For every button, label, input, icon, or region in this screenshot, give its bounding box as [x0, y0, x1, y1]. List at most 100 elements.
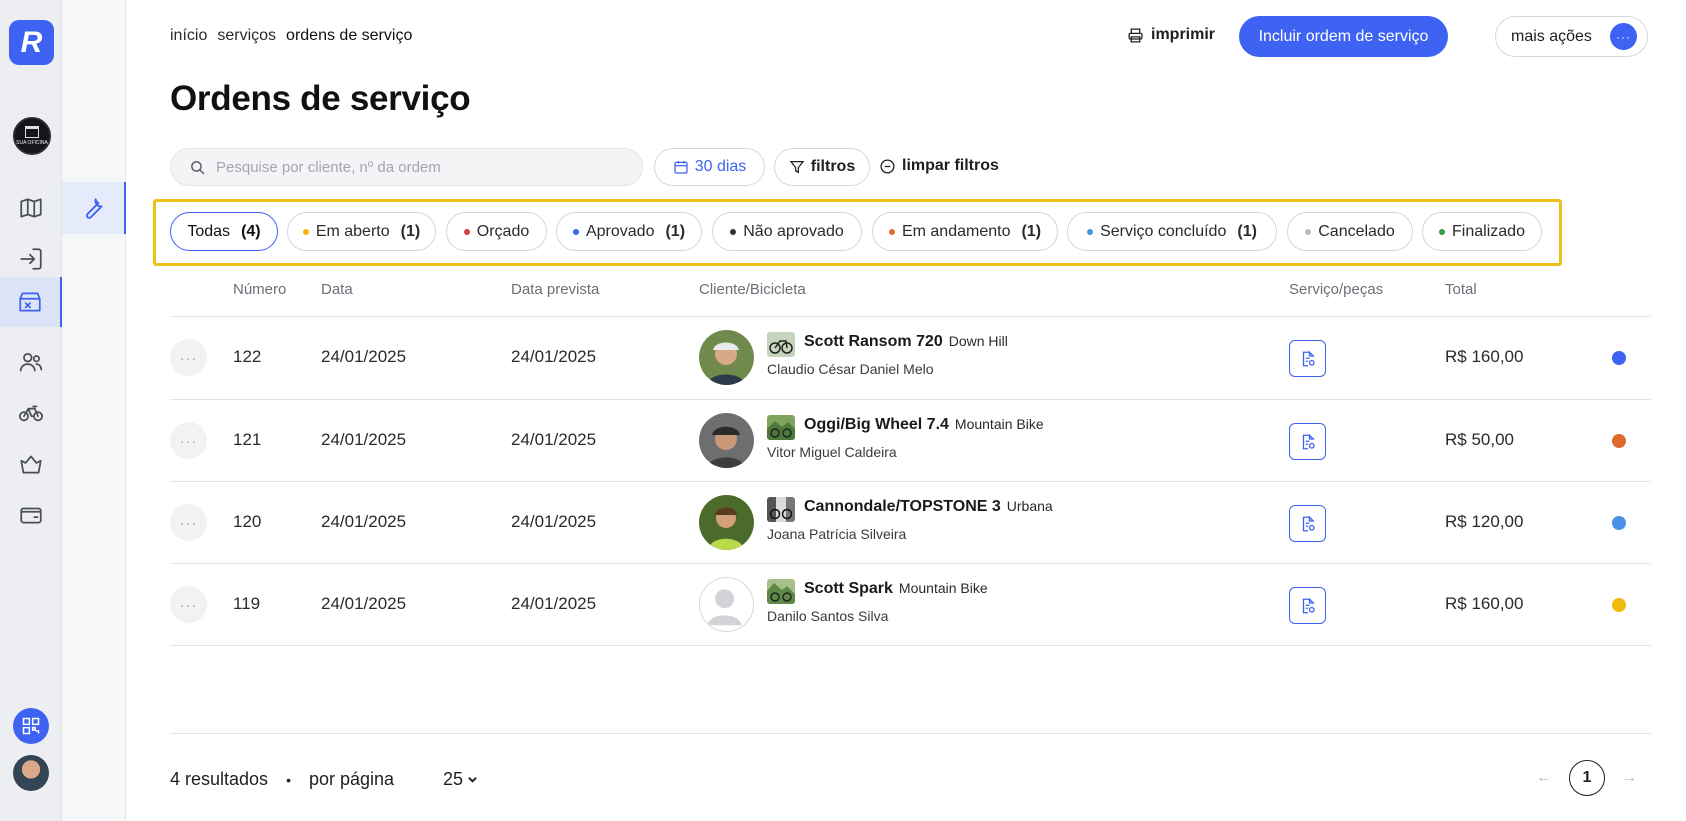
tab-count: (1)	[400, 222, 421, 240]
per-page-select[interactable]: 25	[443, 769, 478, 790]
row-actions-button[interactable]: ···	[170, 339, 207, 376]
column-header-total[interactable]: Total	[1445, 281, 1477, 298]
client-name: Danilo Santos Silva	[767, 608, 889, 624]
tab-em-andamento[interactable]: Em andamento (1)	[872, 212, 1058, 251]
date-range-button[interactable]: 30 dias	[654, 148, 765, 186]
search-input[interactable]	[216, 158, 616, 176]
order-date: 24/01/2025	[321, 512, 407, 531]
bike-type: Mountain Bike	[898, 580, 988, 596]
wallet-icon[interactable]	[0, 492, 62, 538]
order-number: 121	[233, 430, 262, 449]
clear-filters-button[interactable]: limpar filtros	[879, 157, 999, 175]
store-icon[interactable]	[0, 277, 62, 327]
qr-code-button[interactable]	[13, 708, 49, 744]
order-due-date: 24/01/2025	[511, 430, 597, 449]
bike-thumbnail	[767, 497, 795, 522]
tab-count: (4)	[241, 222, 261, 240]
tab-orcado[interactable]: Orçado	[446, 212, 547, 251]
status-indicator	[1612, 598, 1626, 612]
search-box[interactable]	[170, 148, 643, 186]
login-icon[interactable]	[0, 236, 62, 282]
results-count: 4 resultados	[170, 769, 269, 789]
wrench-icon[interactable]	[62, 182, 126, 234]
basket-icon[interactable]	[0, 441, 62, 487]
shop-avatar[interactable]: SUA OFICINA	[13, 117, 51, 155]
users-icon[interactable]	[0, 339, 62, 385]
table-row[interactable]: ··· 119 24/01/2025 24/01/2025 Scott Spar…	[170, 564, 1651, 646]
app-logo[interactable]: R	[9, 20, 54, 65]
status-dot	[730, 228, 737, 235]
tab-count: (1)	[665, 222, 686, 240]
status-dot	[463, 228, 470, 235]
bike-icon[interactable]	[0, 390, 62, 436]
row-actions-button[interactable]: ···	[170, 586, 207, 623]
service-parts-button[interactable]	[1289, 423, 1326, 460]
breadcrumb-home[interactable]: início	[170, 27, 207, 45]
tab-nao-aprovado[interactable]: Não aprovado	[712, 212, 862, 251]
order-date: 24/01/2025	[321, 430, 407, 449]
chevron-down-icon	[468, 777, 477, 783]
more-actions-button[interactable]: mais ações ···	[1495, 16, 1648, 57]
tab-label: Não aprovado	[743, 222, 844, 240]
tab-aprovado[interactable]: Aprovado (1)	[556, 212, 702, 251]
status-dot	[888, 228, 895, 235]
tab-em-aberto[interactable]: Em aberto (1)	[287, 212, 436, 251]
tab-cancelado[interactable]: Cancelado	[1287, 212, 1413, 251]
table-row[interactable]: ··· 121 24/01/2025 24/01/2025 Oggi/Big W…	[170, 400, 1651, 482]
column-header-client-bike[interactable]: Cliente/Bicicleta	[699, 281, 806, 298]
row-actions-button[interactable]: ···	[170, 422, 207, 459]
client-name: Claudio César Daniel Melo	[767, 361, 934, 377]
tab-finalizado[interactable]: Finalizado	[1422, 212, 1542, 251]
bike-thumbnail	[767, 332, 795, 357]
document-gear-icon	[1302, 350, 1315, 366]
printer-icon	[1128, 27, 1143, 43]
client-name: Joana Patrícia Silveira	[767, 526, 907, 542]
bike-type: Mountain Bike	[954, 416, 1044, 432]
primary-rail: R SUA OFICINA	[0, 0, 62, 821]
print-button[interactable]: imprimir	[1127, 26, 1215, 44]
tab-label: Em aberto	[315, 222, 390, 240]
status-indicator	[1612, 351, 1626, 365]
footer-divider	[170, 733, 1651, 734]
tab-label: Cancelado	[1318, 222, 1395, 240]
bike-type: Down Hill	[948, 333, 1008, 349]
bike-model-name: Oggi/Big Wheel 7.4	[804, 416, 949, 433]
breadcrumb: início serviços ordens de serviço	[170, 27, 412, 45]
service-parts-button[interactable]	[1289, 340, 1326, 377]
column-header-date[interactable]: Data	[321, 281, 353, 298]
map-icon[interactable]	[0, 185, 62, 231]
breadcrumb-current: ordens de serviço	[286, 27, 413, 44]
row-actions-button[interactable]: ···	[170, 504, 207, 541]
table-row[interactable]: ··· 122 24/01/2025 24/01/2025 Scott Rans…	[170, 317, 1651, 399]
prev-page-button[interactable]: ←	[1536, 769, 1552, 787]
tab-todas[interactable]: Todas (4)	[170, 212, 278, 251]
next-page-button[interactable]: →	[1621, 769, 1637, 787]
table-row[interactable]: ··· 120 24/01/2025 24/01/2025 Cannondale…	[170, 482, 1651, 564]
per-page-value: 25	[443, 769, 464, 789]
tab-servico-concluido[interactable]: Serviço concluído (1)	[1067, 212, 1277, 251]
page-title: Ordens de serviço	[170, 79, 471, 118]
filters-label: filtros	[810, 158, 856, 175]
filters-button[interactable]: filtros	[774, 148, 870, 186]
funnel-icon	[789, 161, 805, 174]
page-number-current[interactable]: 1	[1569, 760, 1605, 796]
column-header-due-date[interactable]: Data prevista	[511, 281, 599, 298]
column-header-number[interactable]: Número	[233, 281, 286, 298]
bike-thumbnail	[767, 415, 795, 440]
order-date: 24/01/2025	[321, 347, 407, 366]
qr-code-icon	[22, 717, 40, 735]
bike-model: Scott Ransom 720 Down Hill	[804, 333, 1008, 351]
bike-model-name: Cannondale/TOPSTONE 3	[804, 498, 1001, 515]
document-gear-icon	[1302, 515, 1315, 531]
order-total: R$ 120,00	[1445, 512, 1524, 531]
breadcrumb-services[interactable]: serviços	[217, 27, 276, 45]
service-parts-button[interactable]	[1289, 505, 1326, 542]
client-name: Vitor Miguel Caldeira	[767, 444, 897, 460]
per-page-label: por página	[308, 769, 395, 789]
add-service-order-button[interactable]: Incluir ordem de serviço	[1239, 16, 1448, 57]
date-range-label: 30 dias	[694, 158, 747, 175]
user-avatar[interactable]	[13, 755, 49, 791]
order-date: 24/01/2025	[321, 594, 407, 613]
service-parts-button[interactable]	[1289, 587, 1326, 624]
tab-label: Aprovado	[585, 222, 655, 240]
